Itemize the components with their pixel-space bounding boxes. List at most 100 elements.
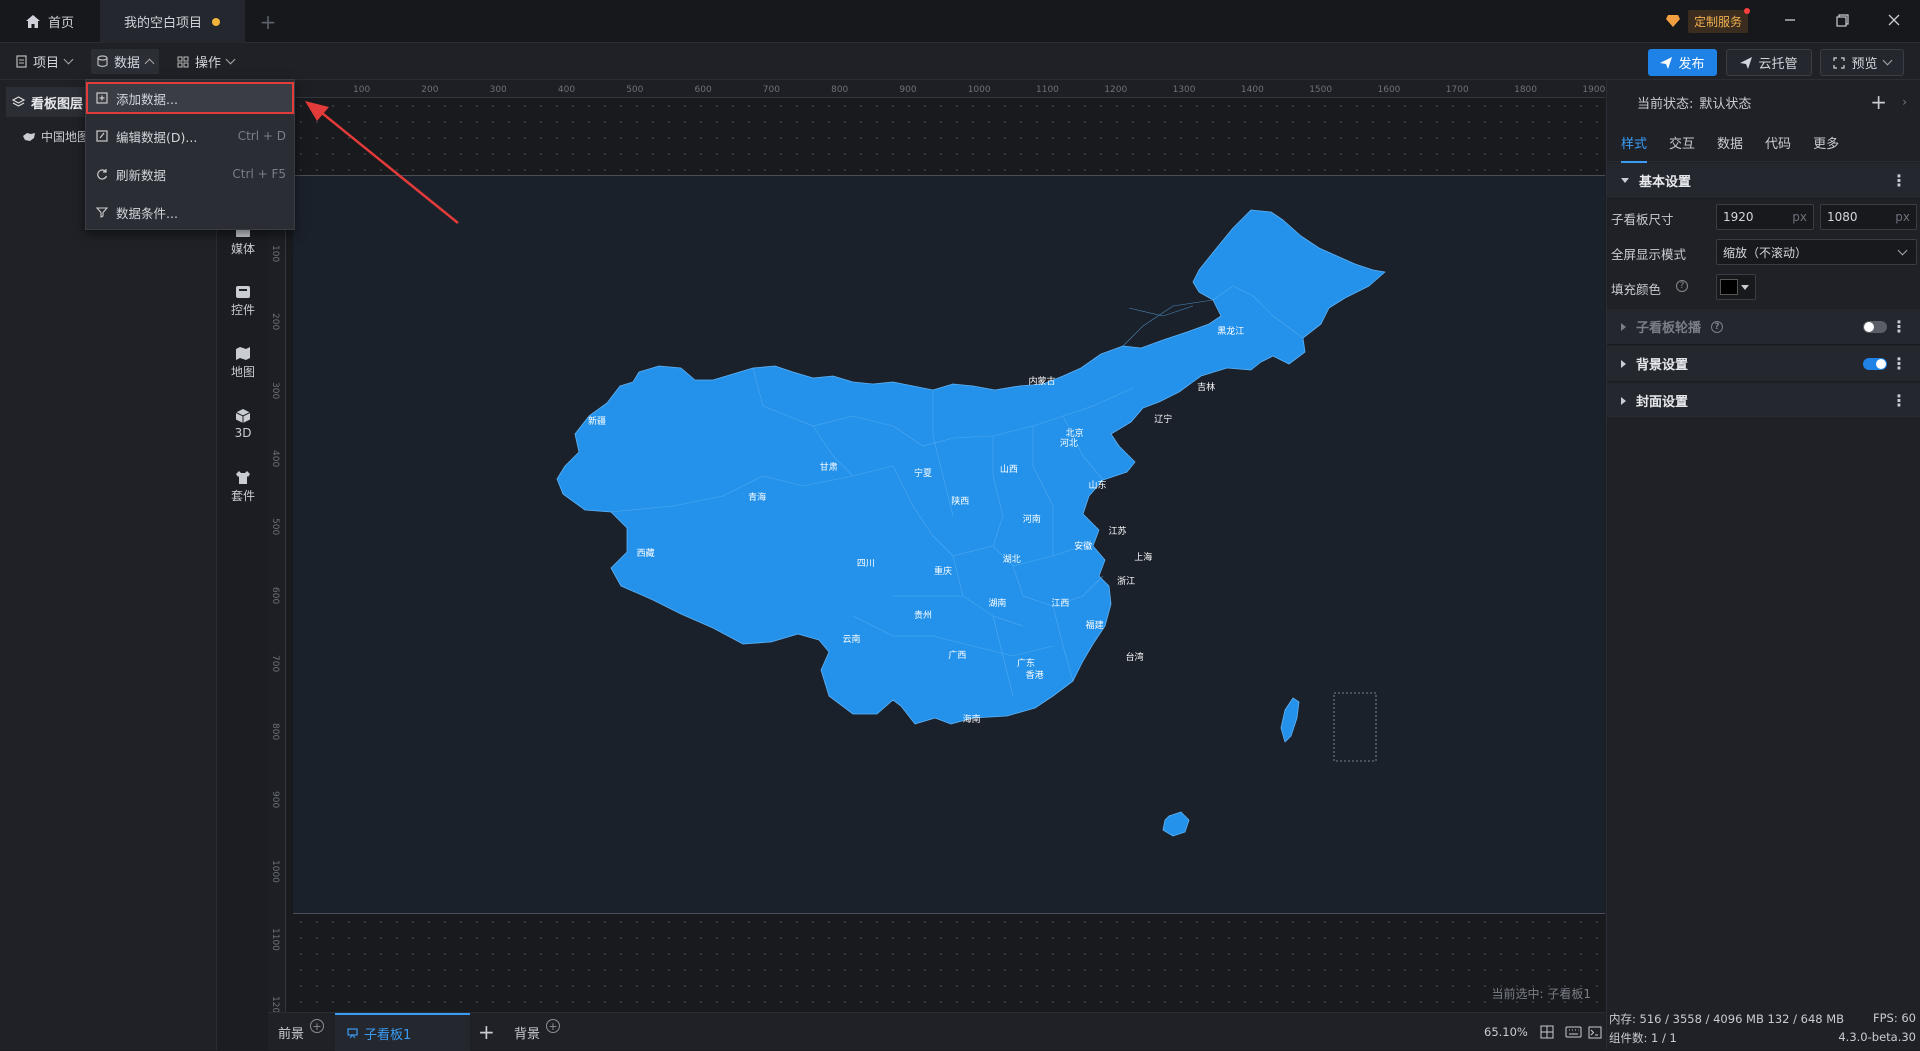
section-cover[interactable]: 封面设置 ⋮	[1607, 383, 1920, 419]
fit-screen-button[interactable]	[1540, 1013, 1554, 1051]
tab-home[interactable]: 首页	[0, 0, 100, 43]
section-carousel[interactable]: 子看板轮播 ? ⋮	[1607, 309, 1920, 345]
menu-item-refresh-data[interactable]: 刷新数据 Ctrl + F5	[86, 158, 294, 190]
tab-code[interactable]: 代码	[1765, 133, 1791, 152]
menu-item-edit-data[interactable]: 编辑数据(D)... Ctrl + D	[86, 120, 294, 152]
canvas-top-margin	[293, 98, 1605, 175]
rail-widget[interactable]: 控件	[226, 284, 260, 318]
board-height-value: 1080	[1827, 210, 1858, 224]
more-vertical-icon[interactable]: ⋮	[1891, 317, 1907, 336]
cloud-hosting-button[interactable]: 云托管	[1726, 49, 1812, 76]
caret-right-icon	[1621, 359, 1626, 368]
tab-foreground[interactable]: 前景 +	[278, 1013, 328, 1051]
preview-button[interactable]: 预览	[1820, 49, 1904, 76]
ruler-tick-label: 300	[489, 85, 507, 95]
layer-china-map[interactable]: 中国地图	[22, 128, 89, 145]
more-vertical-icon[interactable]: ⋮	[1891, 171, 1907, 190]
publish-button[interactable]: 发布	[1648, 49, 1717, 76]
fill-color-picker[interactable]	[1716, 274, 1756, 300]
province-label: 山东	[1089, 479, 1107, 491]
minimize-button[interactable]	[1765, 0, 1815, 40]
ruler-tick-label: 1700	[1445, 85, 1469, 95]
help-icon[interactable]: ?	[1676, 280, 1688, 292]
menu-project[interactable]: 项目	[10, 49, 78, 74]
zoom-level[interactable]: 65.10%	[1484, 1013, 1528, 1051]
help-icon[interactable]: ?	[1711, 320, 1724, 333]
tab-project-label: 我的空白项目	[124, 16, 203, 31]
more-vertical-icon[interactable]: ⋮	[1891, 391, 1907, 410]
chevron-down-icon	[1882, 55, 1892, 66]
tab-data[interactable]: 数据	[1717, 133, 1743, 152]
console-button[interactable]	[1588, 1013, 1602, 1051]
tab-sub-board[interactable]: 子看板1	[335, 1013, 470, 1051]
caret-right-icon	[1621, 396, 1626, 405]
carousel-toggle[interactable]	[1863, 320, 1887, 333]
properties-panel: 当前状态: 默认状态 + › 样式 交互 数据 代码 更多 基本设置 ⋮ 子看板…	[1606, 80, 1920, 1050]
new-tab-button[interactable]: +	[256, 0, 280, 43]
home-icon	[26, 15, 40, 28]
preview-label: 预览	[1851, 57, 1878, 72]
rail-map[interactable]: 地图	[226, 346, 260, 380]
close-button[interactable]	[1869, 0, 1919, 40]
map-region-taiwan	[1280, 697, 1300, 743]
custom-service[interactable]: 定制服务	[1666, 7, 1760, 33]
keyboard-button[interactable]	[1565, 1013, 1582, 1051]
section-carousel-label: 子看板轮播	[1636, 321, 1702, 336]
rail-media-label: 媒体	[230, 242, 255, 256]
tab-style[interactable]: 样式	[1621, 133, 1648, 163]
ruler-tick-label: 800	[831, 85, 849, 95]
map-region-mainland	[556, 209, 1386, 725]
ruler-tick-label: 800	[270, 723, 280, 741]
more-vertical-icon[interactable]: ⋮	[1891, 354, 1907, 373]
tab-background[interactable]: 背景 +	[514, 1013, 564, 1051]
keyboard-icon	[1565, 1026, 1582, 1038]
province-label: 宁夏	[914, 467, 932, 479]
menu-data[interactable]: 数据	[91, 49, 160, 74]
cube-icon	[235, 409, 251, 423]
add-square-icon	[96, 92, 108, 104]
tab-interaction[interactable]: 交互	[1669, 133, 1695, 152]
add-background-icon[interactable]: +	[546, 1019, 561, 1033]
add-data-label: 添加数据...	[116, 91, 178, 107]
chevron-right-icon[interactable]: ›	[1902, 95, 1907, 109]
version-label: 4.3.0-beta.30	[1838, 1030, 1916, 1044]
ruler-tick-label: 500	[626, 85, 644, 95]
section-basic-settings[interactable]: 基本设置 ⋮	[1607, 163, 1920, 199]
province-label: 四川	[857, 559, 875, 569]
menu-item-data-condition[interactable]: 数据条件...	[86, 196, 294, 228]
sub-board[interactable]: 新疆 西藏 青海 甘肃 内蒙古 黑龙江 吉林 辽宁 北京 河北 山西 山东 宁夏 陕西 河南 江苏 安徽 上海 湖北…	[293, 175, 1605, 914]
province-label: 河北	[1060, 437, 1078, 449]
ruler-tick-label: 900	[270, 791, 280, 809]
send-icon	[1740, 56, 1753, 69]
rail-3d-label: 3D	[234, 426, 252, 440]
china-map[interactable]: 新疆西藏 青海 甘肃 内蒙古 黑龙江吉林辽宁北京河北山西山东 宁夏陕西河南江苏安徽上海 湖北…	[293, 176, 1605, 915]
menu-item-add-data[interactable]: 添加数据...	[86, 82, 294, 114]
fullscreen-mode-select[interactable]: 缩放（不滚动）	[1716, 239, 1917, 265]
layers-icon	[12, 96, 25, 107]
current-state-value[interactable]: 默认状态	[1699, 93, 1751, 112]
add-state-icon[interactable]: +	[1870, 90, 1887, 114]
restore-button[interactable]	[1817, 0, 1867, 40]
menu-operate[interactable]: 操作	[171, 49, 240, 74]
add-foreground-icon[interactable]: +	[310, 1019, 325, 1033]
rail-kit[interactable]: 套件	[226, 470, 260, 504]
tab-project[interactable]: 我的空白项目	[100, 0, 245, 43]
tab-more[interactable]: 更多	[1813, 133, 1839, 152]
add-board-button[interactable]: +	[478, 1013, 498, 1051]
section-background-label: 背景设置	[1636, 358, 1689, 373]
chevron-down-icon	[225, 54, 236, 65]
chevron-up-icon	[144, 58, 155, 68]
province-label: 内蒙古	[1028, 375, 1055, 387]
rail-3d[interactable]: 3D	[226, 408, 260, 440]
rail-kit-label: 套件	[230, 489, 255, 503]
layers-tab[interactable]: 看板图层	[6, 87, 86, 117]
current-state-row: 当前状态: 默认状态 + ›	[1607, 80, 1920, 124]
section-background[interactable]: 背景设置 ⋮	[1607, 346, 1920, 382]
board-height-input[interactable]: 1080 px	[1820, 204, 1917, 230]
current-state-label: 当前状态:	[1637, 96, 1694, 112]
background-toggle[interactable]	[1863, 357, 1887, 370]
send-icon	[1660, 56, 1673, 69]
edit-data-label: 编辑数据(D)...	[116, 129, 198, 145]
board-width-input[interactable]: 1920 px	[1716, 204, 1814, 230]
edit-data-shortcut: Ctrl + D	[237, 129, 286, 143]
